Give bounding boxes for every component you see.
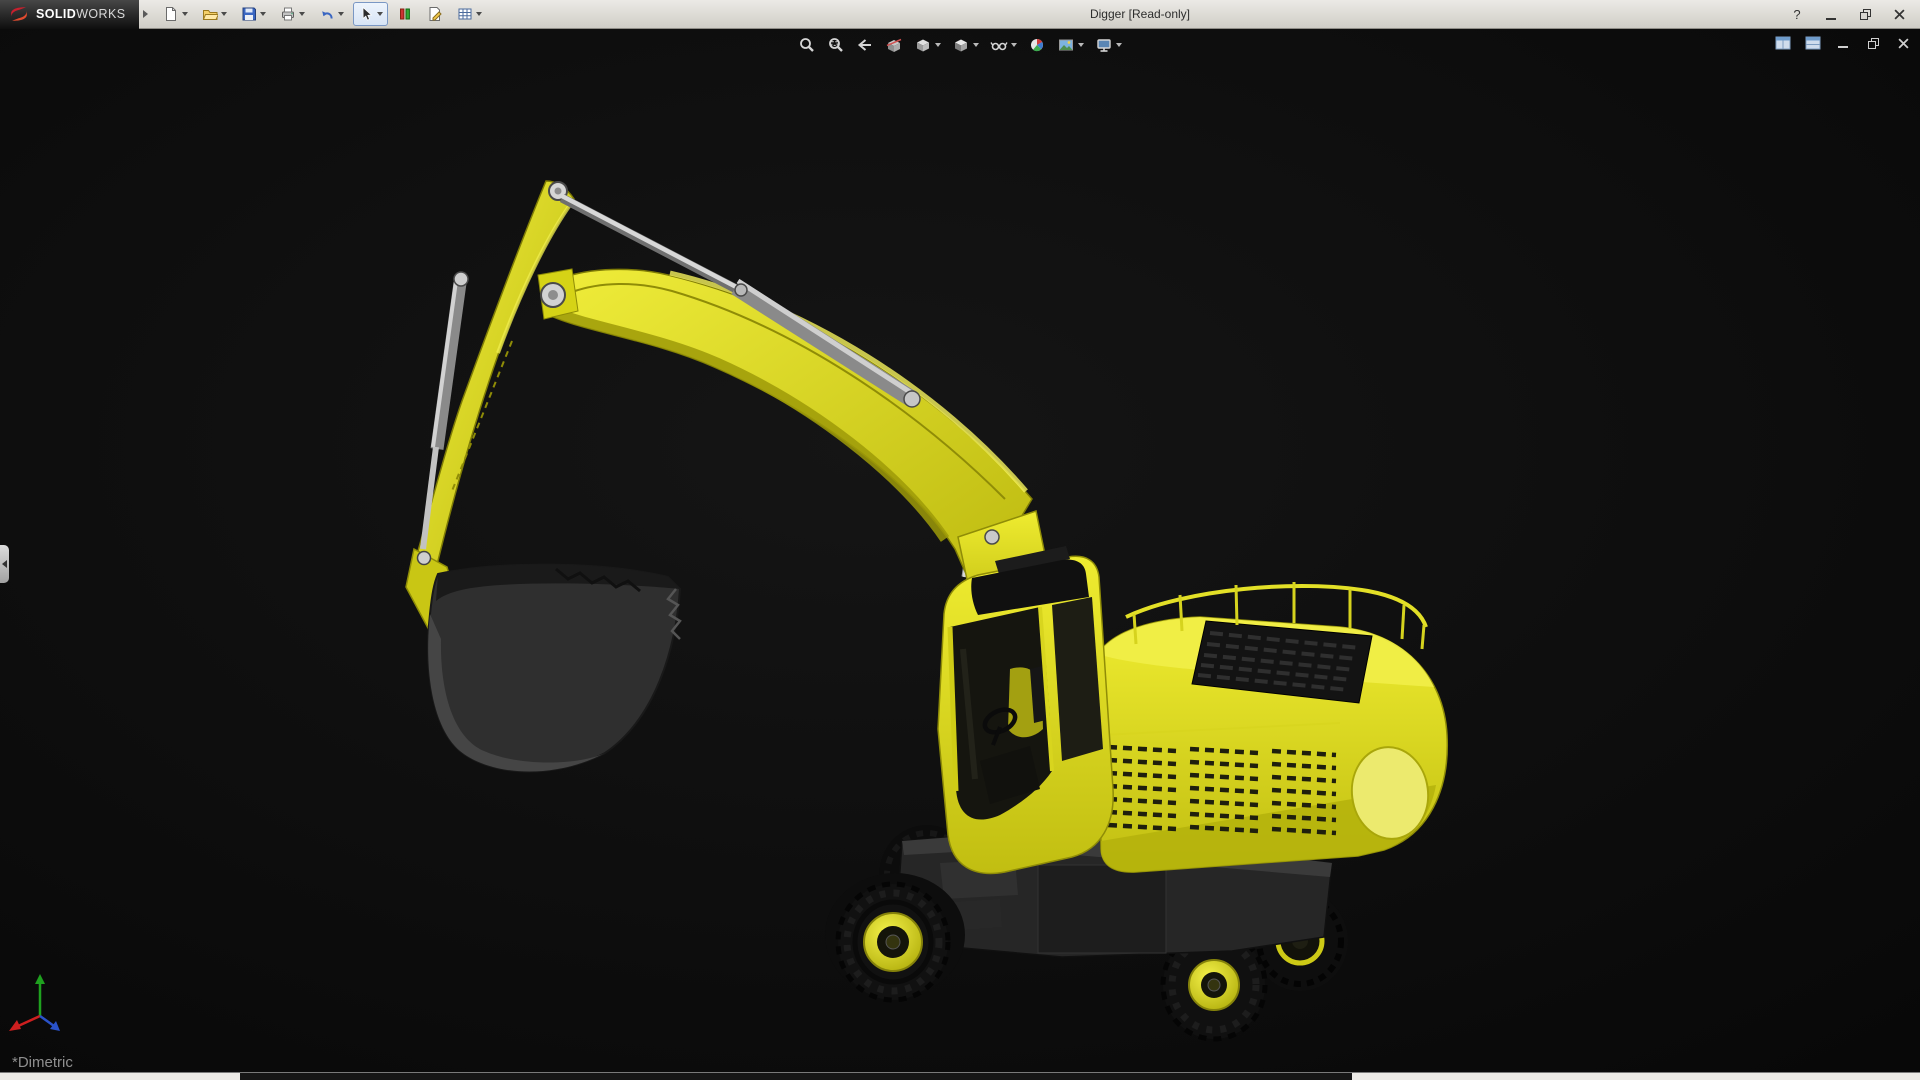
selection-filter-button[interactable] [392, 2, 418, 26]
minimize-button[interactable] [1822, 5, 1840, 23]
hide-show-items-button[interactable] [988, 34, 1019, 56]
document-window-controls [1774, 35, 1912, 51]
status-strip-left [0, 1073, 240, 1080]
dropdown-caret-icon [377, 12, 383, 16]
split-view-button-1[interactable] [1774, 35, 1792, 51]
brand-text: SOLIDWORKS [36, 7, 125, 21]
dropdown-caret-icon [476, 12, 482, 16]
dropdown-caret-icon [299, 12, 305, 16]
apply-scene-icon [1057, 36, 1075, 54]
save-floppy-icon [241, 6, 257, 22]
view-settings-button[interactable] [1093, 34, 1124, 56]
minimize-icon [1838, 46, 1848, 48]
dropdown-caret-icon [260, 12, 266, 16]
view-orientation-icon [914, 36, 932, 54]
view-orientation-button[interactable] [912, 34, 943, 56]
undo-button[interactable] [314, 2, 349, 26]
dropdown-caret-icon [1011, 43, 1017, 47]
new-document-button[interactable] [158, 2, 193, 26]
panel-expand-handle[interactable] [0, 545, 9, 583]
window-title: Digger [Read-only] [1090, 7, 1190, 21]
selection-filter-icon [397, 6, 413, 22]
cab[interactable] [938, 546, 1113, 873]
previous-view-button[interactable] [854, 34, 876, 56]
dropdown-caret-icon [338, 12, 344, 16]
help-button[interactable]: ? [1788, 5, 1806, 23]
title-bar-controls: ? [1788, 5, 1920, 23]
close-button[interactable] [1890, 5, 1908, 23]
dropdown-caret-icon [221, 12, 227, 16]
section-view-icon [885, 36, 903, 54]
brand-bold: SOLID [36, 7, 76, 21]
title-bar: SOLIDWORKS [0, 0, 1920, 29]
apply-scene-button[interactable] [1055, 34, 1086, 56]
chevron-left-icon [2, 560, 7, 568]
doc-minimize-button[interactable] [1834, 35, 1852, 51]
options-grid-icon [457, 6, 473, 22]
file-properties-icon [427, 6, 443, 22]
close-icon [1898, 38, 1909, 49]
reference-triad [8, 970, 78, 1040]
zoom-to-fit-icon [798, 36, 816, 54]
doc-restore-button[interactable] [1864, 35, 1882, 51]
new-document-icon [163, 6, 179, 22]
graphics-viewport[interactable]: *Dimetric [0, 29, 1920, 1072]
status-strip-right [1352, 1073, 1920, 1080]
hide-show-items-icon [990, 36, 1008, 54]
section-view-button[interactable] [883, 34, 905, 56]
orientation-label: *Dimetric [12, 1054, 73, 1071]
restore-icon [1868, 38, 1879, 49]
doc-close-button[interactable] [1894, 35, 1912, 51]
split-view-button-2[interactable] [1804, 35, 1822, 51]
print-button[interactable] [275, 2, 310, 26]
main-toolbar [154, 2, 487, 26]
display-style-icon [952, 36, 970, 54]
brand-light: WORKS [76, 7, 125, 21]
display-style-button[interactable] [950, 34, 981, 56]
edit-appearance-button[interactable] [1026, 34, 1048, 56]
file-properties-button[interactable] [422, 2, 448, 26]
zoom-to-area-icon [827, 36, 845, 54]
dropdown-caret-icon [1116, 43, 1122, 47]
heads-up-view-toolbar [796, 34, 1124, 56]
open-button[interactable] [197, 2, 232, 26]
triad-x-axis [9, 1020, 21, 1031]
previous-view-icon [856, 36, 874, 54]
close-icon [1894, 9, 1905, 20]
minimize-icon [1826, 18, 1836, 20]
view-settings-icon [1095, 36, 1113, 54]
undo-arrow-icon [319, 6, 335, 22]
status-strip-center [240, 1073, 1352, 1080]
select-tool-button[interactable] [353, 2, 388, 26]
open-folder-icon [202, 6, 218, 22]
restore-icon [1860, 9, 1871, 20]
solidworks-logo: SOLIDWORKS [0, 0, 139, 29]
solidworks-logo-icon [8, 3, 30, 25]
select-cursor-icon [358, 6, 374, 22]
zoom-to-area-button[interactable] [825, 34, 847, 56]
dropdown-caret-icon [973, 43, 979, 47]
menu-flyout-icon[interactable] [143, 10, 148, 18]
solidworks-window: SOLIDWORKS [0, 0, 1920, 1080]
options-button[interactable] [452, 2, 487, 26]
wheel-front-left[interactable] [838, 884, 948, 1000]
dropdown-caret-icon [182, 12, 188, 16]
status-strip [0, 1072, 1920, 1080]
zoom-to-fit-button[interactable] [796, 34, 818, 56]
stick-top-pin-center [555, 188, 562, 195]
save-button[interactable] [236, 2, 271, 26]
split-view-horizontal-icon [1805, 36, 1821, 50]
split-view-icon [1775, 36, 1791, 50]
boom-stick-pin-center [548, 290, 558, 300]
triad-y-axis [35, 974, 45, 984]
dropdown-caret-icon [935, 43, 941, 47]
restore-button[interactable] [1856, 5, 1874, 23]
edit-appearance-icon [1028, 36, 1046, 54]
model-canvas[interactable] [0, 29, 1920, 1072]
dropdown-caret-ic0n [1078, 43, 1084, 47]
print-icon [280, 6, 296, 22]
triad-z-axis [50, 1021, 60, 1031]
